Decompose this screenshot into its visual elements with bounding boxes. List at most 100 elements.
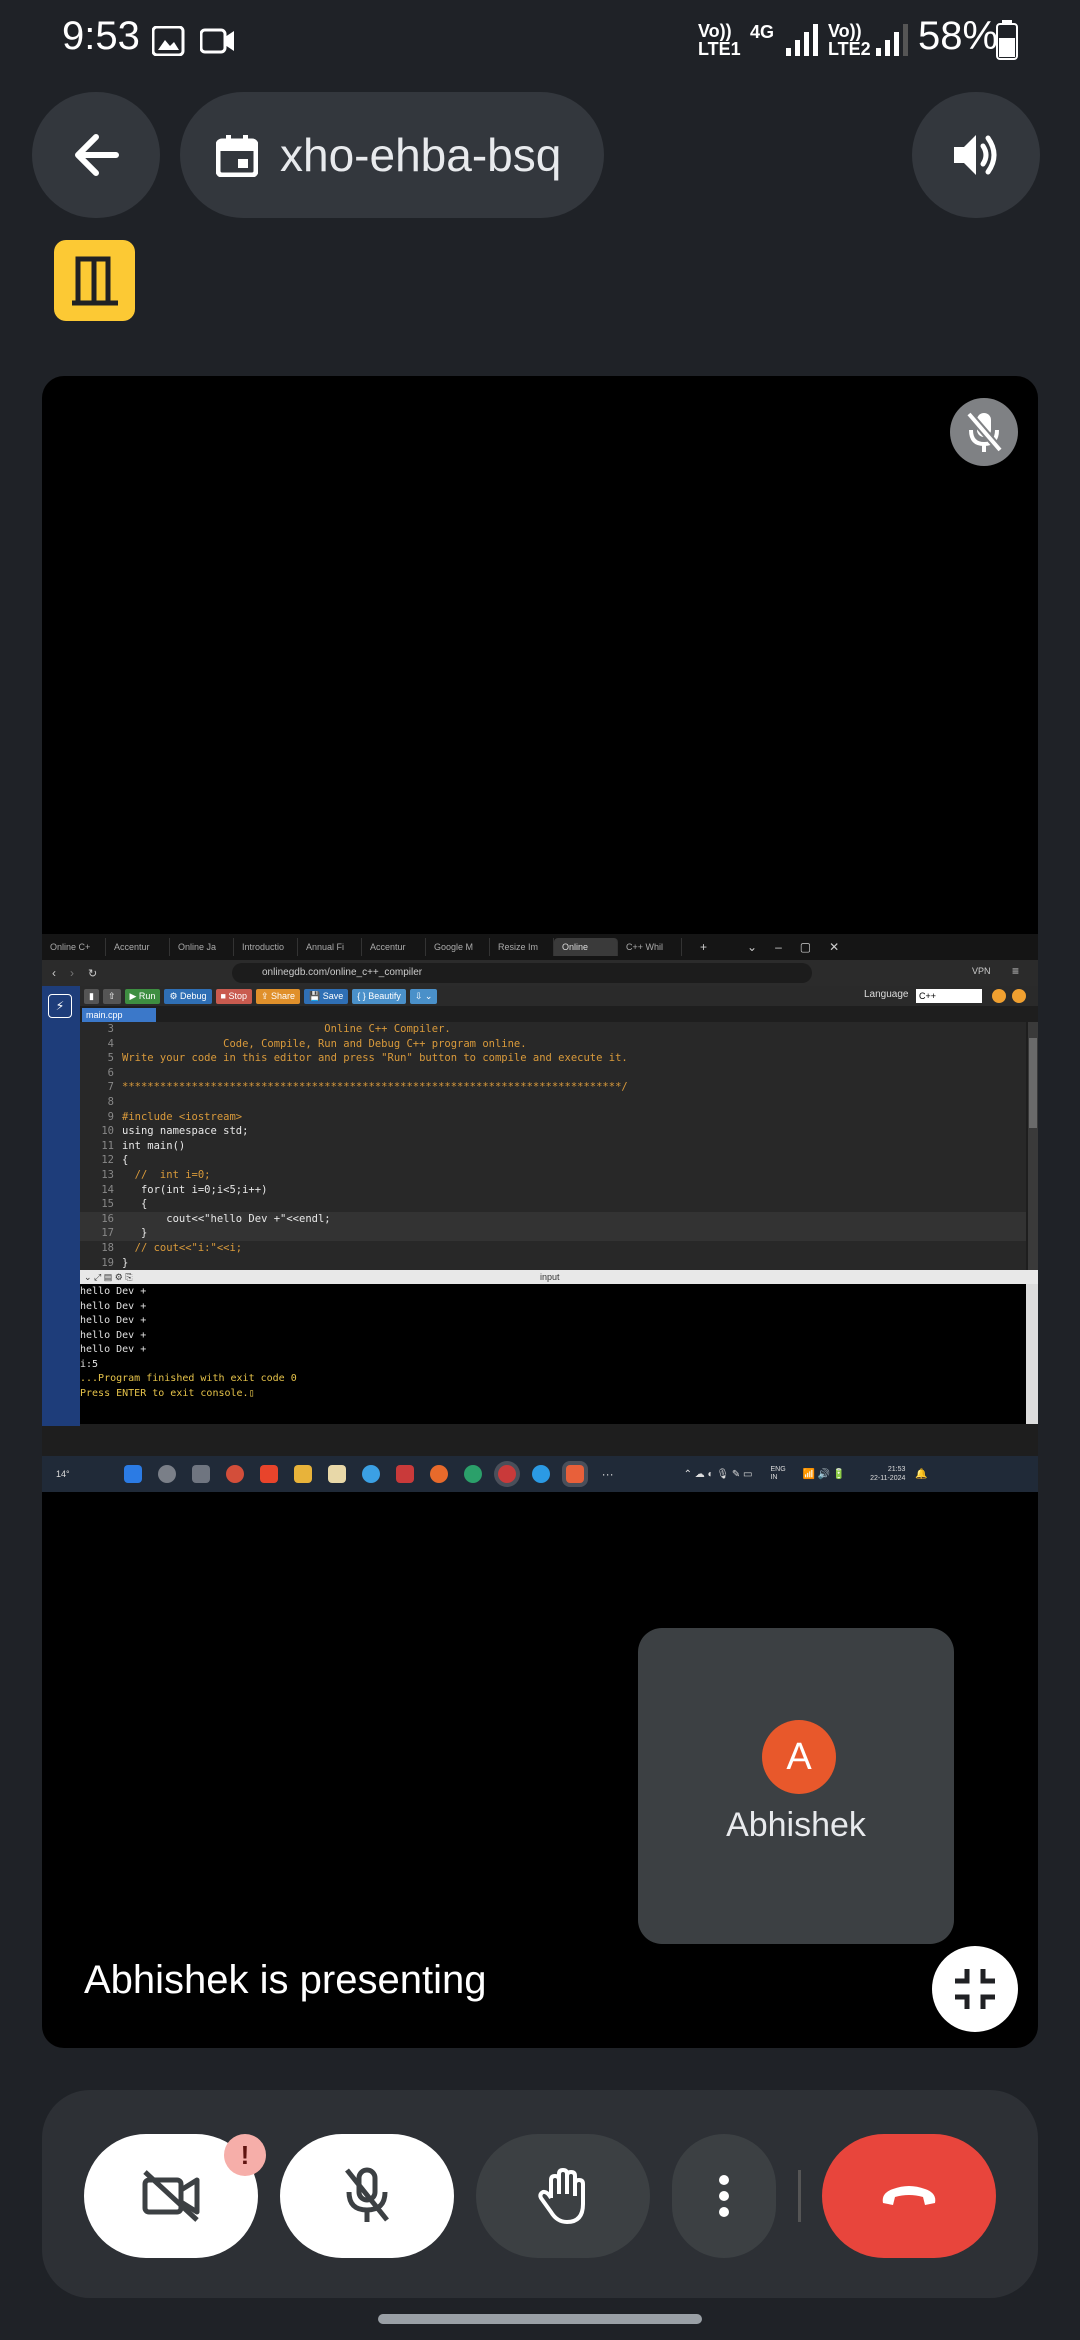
share-code-button[interactable]: ⇪ Share [255,988,301,1004]
run-button[interactable]: ▶ Run [124,988,161,1004]
browser-tab[interactable]: Accentur [106,938,170,956]
code-line[interactable]: 17 } [80,1226,1026,1242]
browser-icon[interactable] [361,1465,380,1483]
browser-tab[interactable]: C++ Whil [618,938,682,956]
presenting-status: Abhishek is presenting [84,1958,487,2002]
line-number: 3 [107,1023,114,1035]
tab-list-icon[interactable]: ⌄ [747,940,757,954]
console-input-label: input [540,1272,560,1282]
browser-tab[interactable]: Online C+ [42,938,106,956]
minimize-window-icon[interactable]: – [775,940,782,954]
companion-mode-icon[interactable] [54,240,135,321]
chrome-icon[interactable] [225,1465,244,1483]
code-line[interactable]: 15 { [80,1197,1026,1212]
browser-tab[interactable]: Annual Fi [298,938,362,956]
shared-screen[interactable]: Online C+ Accentur Online Ja Introductio… [42,934,1038,1492]
edge-icon[interactable] [463,1465,482,1483]
maximize-window-icon[interactable]: ▢ [800,940,811,954]
office-icon[interactable] [259,1465,278,1483]
firefox-icon[interactable] [429,1465,448,1483]
beautify-button[interactable]: { } Beautify [352,988,406,1004]
raise-hand-button[interactable] [476,2134,650,2258]
browser-menu-icon[interactable]: ≡ [1012,964,1019,978]
tray-network-icons[interactable]: 📶 🔊 🔋 [802,1469,845,1480]
console-line: i:5 [80,1358,99,1370]
upload-icon[interactable]: ⇧ [102,988,121,1004]
exit-fullscreen-button[interactable] [932,1946,1018,2032]
mic-toggle-button[interactable] [280,2134,454,2258]
code-line[interactable]: 9 #include <iostream> [80,1110,1026,1125]
code-line[interactable]: 14 for(int i=0;i<5;i++) [80,1183,1026,1198]
code-text: { [122,1198,148,1211]
save-button[interactable]: 💾 Save [304,988,349,1004]
browser-tab[interactable]: Introductio [234,938,298,956]
more-apps-icon[interactable]: ··· [602,1467,614,1481]
url-field[interactable]: onlinegdb.com/online_c++_compiler [232,963,812,983]
task-view-icon[interactable] [191,1465,210,1483]
code-line[interactable]: 4 Code, Compile, Run and Debug C++ progr… [80,1037,1026,1052]
line-number: 15 [101,1198,114,1211]
file-tab-main-cpp[interactable]: main.cpp [82,1008,156,1022]
code-line[interactable]: 10 using namespace std; [80,1124,1026,1139]
brave-icon[interactable] [565,1465,584,1483]
editor-scrollbar-thumb[interactable] [1029,1038,1037,1128]
battery-icon [996,20,1018,60]
end-call-button[interactable] [822,2134,996,2258]
onlinegdb-logo-icon[interactable]: ⚡ [48,994,72,1018]
code-line[interactable]: 12 { [80,1153,1026,1168]
code-line[interactable]: 8 [80,1095,1026,1110]
console-output[interactable]: hello Dev + hello Dev + hello Dev + hello D… [80,1284,1026,1424]
code-editor[interactable]: 3 Online C++ Compiler. 4 Code, Compile, R… [80,1022,1026,1270]
code-line[interactable]: 11 int main() [80,1139,1026,1154]
browser-tab-active[interactable]: Online [554,938,618,956]
back-button[interactable] [32,92,160,218]
notification-bell-icon[interactable]: 🔔 [915,1469,927,1480]
browser-tab[interactable]: Resize Im [490,938,554,956]
code-line[interactable]: 19} [80,1256,1026,1271]
new-file-icon[interactable]: ▮ [84,988,99,1004]
info-icon[interactable] [992,989,1006,1003]
console-scrollbar[interactable] [1026,1284,1038,1424]
close-window-icon[interactable]: ✕ [829,940,839,954]
code-line[interactable]: 13 // int i=0; [80,1168,1026,1183]
browser-forward-icon[interactable]: › [70,966,74,980]
code-line[interactable]: 6 [80,1066,1026,1081]
browser-tab[interactable]: Google M [426,938,490,956]
weather-widget[interactable]: 14° [56,1469,70,1479]
opera-icon[interactable] [497,1465,516,1483]
browser-back-icon[interactable]: ‹ [52,966,56,980]
code-line[interactable]: 7 ***************************************… [80,1080,1026,1095]
home-indicator[interactable] [378,2314,702,2324]
settings-icon[interactable] [1012,989,1026,1003]
stop-button[interactable]: ■ Stop [215,988,252,1004]
mcafee-icon[interactable] [395,1465,414,1483]
code-line[interactable]: 3 Online C++ Compiler. [80,1022,1026,1037]
file-explorer-icon[interactable] [293,1465,312,1483]
input-language[interactable]: ENG IN [770,1466,788,1482]
browser-tab[interactable]: Accentur [362,938,426,956]
more-options-button[interactable] [672,2134,776,2258]
code-line[interactable]: 18 // cout<<"i:"<<i; [80,1241,1026,1256]
audio-output-button[interactable] [912,92,1040,218]
language-select[interactable]: C++ [916,989,982,1003]
debug-button[interactable]: ⚙ Debug [164,988,212,1004]
new-tab-icon[interactable]: + [700,940,707,954]
download-button[interactable]: ⇩ ⌄ [409,988,438,1004]
taskbar-clock[interactable]: 21:53 22-11-2024 [855,1465,905,1483]
console-tools-icon[interactable]: ⌄ ⤢ ▤ ⚙ ⎘ [84,1270,133,1284]
code-line[interactable]: 5 Write your code in this editor and pres… [80,1051,1026,1066]
windows-start-icon[interactable] [123,1465,142,1483]
search-icon[interactable] [157,1465,176,1483]
tray-icons[interactable]: ⌃ ☁ ◐ 🎙 ✎ ▭ [684,1469,753,1480]
status-time: 9:53 [62,14,140,58]
meeting-info-chip[interactable]: xho-ehba-bsq [180,92,604,218]
browser-tab[interactable]: Online Ja [170,938,234,956]
line-number: 7 [107,1081,114,1094]
calendar-icon [216,135,258,177]
battery-percentage: 58% [918,14,999,58]
reload-icon[interactable]: ↻ [88,967,97,980]
code-line[interactable]: 16 cout<<"hello Dev +"<<endl; [80,1211,1026,1227]
store-icon[interactable] [327,1465,346,1483]
vpn-button[interactable]: VPN [972,966,991,976]
telegram-icon[interactable] [531,1465,550,1483]
